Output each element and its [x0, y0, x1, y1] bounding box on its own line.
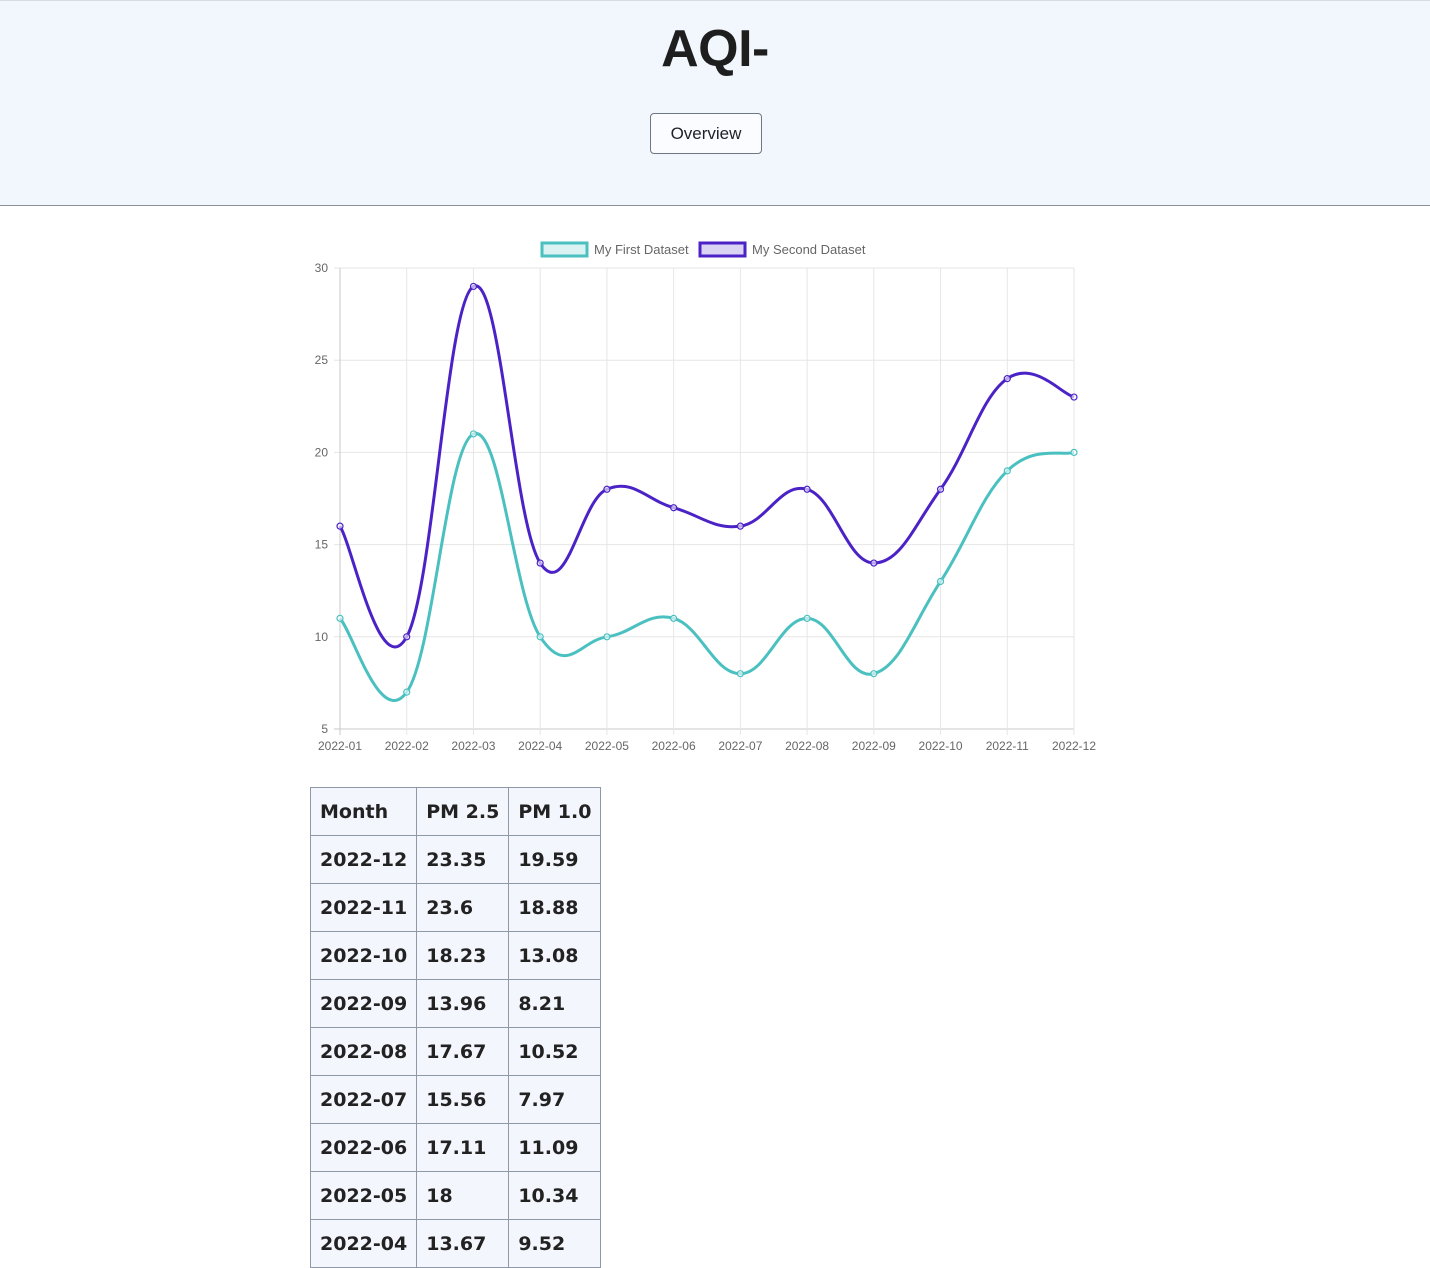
overview-button[interactable]: Overview [650, 113, 762, 154]
cell-pm25: 18.23 [416, 931, 510, 980]
data-point-1 [469, 430, 478, 438]
table-row: 2022-08 17.67 10.52 [309, 1027, 602, 1076]
cell-pm25: 23.35 [416, 835, 510, 884]
x-tick-label: 2022-12 [1052, 739, 1096, 753]
table-row: 2022-12 23.35 19.59 [309, 835, 602, 884]
data-point-1 [936, 577, 945, 586]
cell-pm25: 17.11 [416, 1123, 510, 1172]
series-line-2 [338, 284, 1075, 649]
data-point-2 [670, 504, 678, 512]
table-row: 2022-05 18 10.34 [309, 1171, 602, 1220]
chart-legend: My First Dataset My Second Dataset [540, 241, 866, 258]
data-point-2 [536, 559, 544, 567]
cell-pm10: 11.09 [508, 1123, 602, 1172]
page-title: AQI- [661, 20, 769, 78]
cell-pm25: 17.67 [416, 1027, 510, 1076]
x-tick-label: 2022-06 [652, 739, 696, 753]
data-point-1 [336, 614, 344, 622]
data-point-2 [469, 282, 478, 291]
x-tick-label: 2022-10 [919, 739, 963, 753]
table-row: 2022-10 18.23 13.08 [309, 931, 602, 980]
x-tick-label: 2022-02 [385, 739, 429, 753]
data-point-1 [603, 633, 611, 641]
cell-month: 2022-12 [309, 835, 418, 884]
cell-pm25: 18 [416, 1171, 510, 1220]
x-tick-label: 2022-04 [518, 739, 562, 753]
data-point-2 [603, 485, 611, 493]
data-point-2 [403, 633, 411, 641]
y-tick-label: 25 [315, 353, 329, 367]
column-header-pm10: PM 1.0 [508, 787, 602, 836]
data-point-1 [403, 688, 411, 696]
cell-month: 2022-08 [309, 1027, 418, 1076]
table-row: 2022-07 15.56 7.97 [309, 1075, 602, 1124]
cell-month: 2022-09 [309, 979, 418, 1028]
data-point-2 [736, 522, 744, 530]
data-point-1 [1003, 467, 1011, 475]
cell-month: 2022-04 [309, 1219, 418, 1268]
y-tick-label: 30 [315, 261, 329, 275]
y-tick-label: 5 [321, 722, 328, 736]
cell-month: 2022-07 [309, 1075, 418, 1124]
legend-swatch-1 [540, 241, 589, 258]
table-row: 2022-11 23.6 18.88 [309, 883, 602, 932]
data-point-2 [870, 559, 878, 567]
data-point-1 [736, 670, 744, 678]
y-tick-label: 20 [315, 445, 329, 459]
column-header-pm25: PM 2.5 [416, 787, 510, 836]
cell-pm10: 7.97 [508, 1075, 602, 1124]
line-chart: 5 10 15 20 25 30 2022-01 2022-02 2022-03 2022-04 2… [315, 241, 1096, 753]
cell-pm10: 9.52 [508, 1219, 602, 1268]
table-body: 2022-12 23.35 19.59 2022-11 23.6 18.88 2022-10… [309, 835, 602, 1268]
x-tick-label: 2022-03 [451, 739, 495, 753]
x-tick-label: 2022-05 [585, 739, 629, 753]
cell-pm25: 15.56 [416, 1075, 510, 1124]
data-point-2 [936, 485, 945, 493]
data-point-2 [1003, 375, 1011, 383]
legend-label-2: My Second Dataset [752, 242, 866, 257]
series-line-1 [338, 432, 1075, 702]
table-row: 2022-09 13.96 8.21 [309, 979, 602, 1028]
data-point-2 [1070, 393, 1078, 401]
cell-pm25: 13.67 [416, 1219, 510, 1268]
data-point-2 [336, 522, 344, 530]
x-tick-label: 2022-07 [718, 739, 762, 753]
data-point-1 [1070, 448, 1078, 456]
cell-pm10: 10.34 [508, 1171, 602, 1220]
data-point-1 [536, 633, 544, 641]
legend-swatch-2 [698, 241, 747, 258]
x-tick-label: 2022-01 [318, 739, 362, 753]
cell-pm10: 18.88 [508, 883, 602, 932]
y-tick-label: 10 [315, 630, 329, 644]
cell-pm10: 19.59 [508, 835, 602, 884]
table-row: 2022-04 13.67 9.52 [309, 1219, 602, 1268]
page-header: AQI- Overview [0, 0, 1430, 206]
cell-pm10: 10.52 [508, 1027, 602, 1076]
x-tick-label: 2022-08 [785, 739, 829, 753]
data-point-1 [870, 670, 878, 678]
cell-pm10: 13.08 [508, 931, 602, 980]
data-point-1 [670, 614, 678, 622]
legend-label-1: My First Dataset [594, 242, 689, 257]
grid [334, 267, 1075, 735]
cell-pm25: 23.6 [416, 883, 510, 932]
cell-pm25: 13.96 [416, 979, 510, 1028]
cell-month: 2022-05 [309, 1171, 418, 1220]
data-point-1 [803, 614, 811, 622]
column-header-month: Month [309, 787, 418, 836]
x-tick-label: 2022-11 [986, 739, 1029, 753]
table-header-row: Month PM 2.5 PM 1.0 [309, 787, 602, 836]
aqi-table: Month PM 2.5 PM 1.0 2022-12 23.35 19.59 202… [309, 787, 602, 1268]
cell-pm10: 8.21 [508, 979, 602, 1028]
cell-month: 2022-06 [309, 1123, 418, 1172]
y-tick-label: 15 [315, 538, 329, 552]
cell-month: 2022-11 [309, 883, 418, 932]
table-row: 2022-06 17.11 11.09 [309, 1123, 602, 1172]
data-point-2 [803, 485, 811, 493]
x-tick-label: 2022-09 [852, 739, 896, 753]
cell-month: 2022-10 [309, 931, 418, 980]
